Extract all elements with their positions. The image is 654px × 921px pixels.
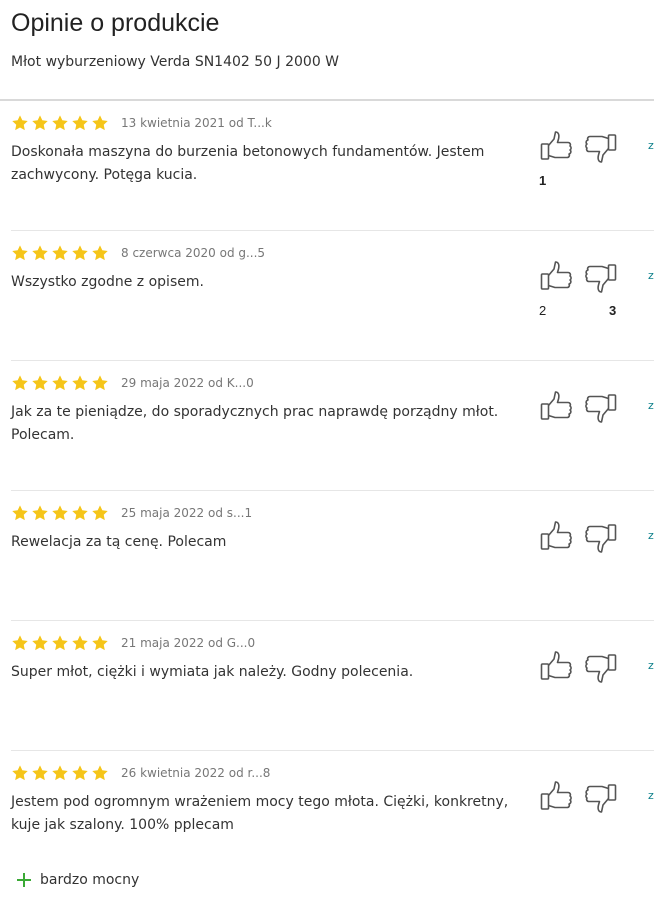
review-votes <box>539 389 619 449</box>
star-icon <box>31 114 49 132</box>
star-icon <box>71 764 89 782</box>
star-icon <box>31 634 49 652</box>
star-icon <box>11 764 29 782</box>
rating-stars <box>11 114 109 132</box>
star-icon <box>51 374 69 392</box>
review-meta: 21 maja 2022 od G...0 <box>11 633 255 653</box>
star-icon <box>71 114 89 132</box>
thumb-down-icon[interactable] <box>582 521 618 557</box>
thumb-up-icon[interactable] <box>539 129 575 165</box>
star-icon <box>71 244 89 262</box>
thumb-down-icon[interactable] <box>582 651 618 687</box>
thumb-up-icon[interactable] <box>539 259 575 295</box>
star-icon <box>51 244 69 262</box>
star-icon <box>91 504 109 522</box>
star-icon <box>71 374 89 392</box>
star-icon <box>91 764 109 782</box>
report-link[interactable]: z <box>648 659 654 672</box>
star-icon <box>51 114 69 132</box>
star-icon <box>51 764 69 782</box>
plus-icon <box>15 871 33 889</box>
thumb-up-icon[interactable] <box>539 519 575 555</box>
review-item: 21 maja 2022 od G...0 Super młot, ciężki … <box>11 621 654 751</box>
upvote-count: 1 <box>539 173 547 188</box>
review-meta: 13 kwietnia 2021 od T...k <box>11 113 272 133</box>
pro-label: bardzo mocny <box>40 872 140 888</box>
review-date-author: 29 maja 2022 od K...0 <box>121 376 254 390</box>
star-icon <box>51 634 69 652</box>
review-votes <box>539 779 619 839</box>
review-date-author: 8 czerwca 2020 od g...5 <box>121 246 266 260</box>
star-icon <box>91 634 109 652</box>
reviews-list: 13 kwietnia 2021 od T...k Doskonała maszy… <box>0 101 654 921</box>
report-link[interactable]: z <box>648 529 654 542</box>
page-title: Opinie o produkcie <box>11 9 220 37</box>
review-meta: 25 maja 2022 od s...1 <box>11 503 252 523</box>
star-icon <box>31 504 49 522</box>
star-icon <box>11 504 29 522</box>
review-meta: 29 maja 2022 od K...0 <box>11 373 254 393</box>
review-date-author: 25 maja 2022 od s...1 <box>121 506 253 520</box>
star-icon <box>71 504 89 522</box>
star-icon <box>31 764 49 782</box>
review-text: Super młot, ciężki i wymiata jak należy.… <box>11 664 414 680</box>
thumb-down-icon[interactable] <box>582 781 618 817</box>
review-text: Doskonała maszyna do burzenia betonowych… <box>11 144 485 183</box>
rating-stars <box>11 244 109 262</box>
review-votes: 1 <box>539 129 619 189</box>
rating-stars <box>11 374 109 392</box>
review-text: Rewelacja za tą cenę. Polecam <box>11 534 227 550</box>
star-icon <box>31 244 49 262</box>
star-icon <box>11 634 29 652</box>
report-link[interactable]: z <box>648 789 654 802</box>
thumb-up-icon[interactable] <box>539 389 575 425</box>
report-link[interactable]: z <box>648 269 654 282</box>
star-icon <box>91 114 109 132</box>
review-votes <box>539 649 619 709</box>
review-text: Wszystko zgodne z opisem. <box>11 274 204 290</box>
star-icon <box>91 244 109 262</box>
review-item: 25 maja 2022 od s...1 Rewelacja za tą cen… <box>11 491 654 621</box>
downvote-count: 3 <box>609 303 617 318</box>
review-text: Jak za te pieniądze, do sporadycznych pr… <box>11 404 499 443</box>
review-date-author: 13 kwietnia 2021 od T...k <box>121 116 272 130</box>
upvote-count: 2 <box>539 303 547 318</box>
product-name: Młot wyburzeniowy Verda SN1402 50 J 2000… <box>11 54 340 70</box>
report-link[interactable]: z <box>648 399 654 412</box>
thumb-down-icon[interactable] <box>582 131 618 167</box>
thumb-up-icon[interactable] <box>539 779 575 815</box>
rating-stars <box>11 504 109 522</box>
review-date-author: 26 kwietnia 2022 od r...8 <box>121 766 271 780</box>
star-icon <box>11 114 29 132</box>
report-link[interactable]: z <box>648 139 654 152</box>
review-text: Jestem pod ogromnym wrażeniem mocy tego … <box>11 794 509 833</box>
thumb-down-icon[interactable] <box>582 391 618 427</box>
review-item: 26 kwietnia 2022 od r...8 Jestem pod ogro… <box>11 751 654 921</box>
review-item: 13 kwietnia 2021 od T...k Doskonała maszy… <box>11 101 654 231</box>
star-icon <box>11 374 29 392</box>
rating-stars <box>11 634 109 652</box>
reviews-header: Opinie o produkcie Młot wyburzeniowy Ver… <box>11 8 654 72</box>
review-meta: 8 czerwca 2020 od g...5 <box>11 243 265 263</box>
star-icon <box>11 244 29 262</box>
star-icon <box>71 634 89 652</box>
star-icon <box>51 504 69 522</box>
star-icon <box>91 374 109 392</box>
review-votes: 23 <box>539 259 619 319</box>
review-item: 29 maja 2022 od K...0 Jak za te pieniądze… <box>11 361 654 491</box>
review-votes <box>539 519 619 579</box>
rating-stars <box>11 764 109 782</box>
review-date-author: 21 maja 2022 od G...0 <box>121 636 256 650</box>
review-meta: 26 kwietnia 2022 od r...8 <box>11 763 270 783</box>
review-pro: bardzo mocny <box>15 871 139 889</box>
thumb-down-icon[interactable] <box>582 261 618 297</box>
thumb-up-icon[interactable] <box>539 649 575 685</box>
star-icon <box>31 374 49 392</box>
review-item: 8 czerwca 2020 od g...5 Wszystko zgodne z… <box>11 231 654 361</box>
